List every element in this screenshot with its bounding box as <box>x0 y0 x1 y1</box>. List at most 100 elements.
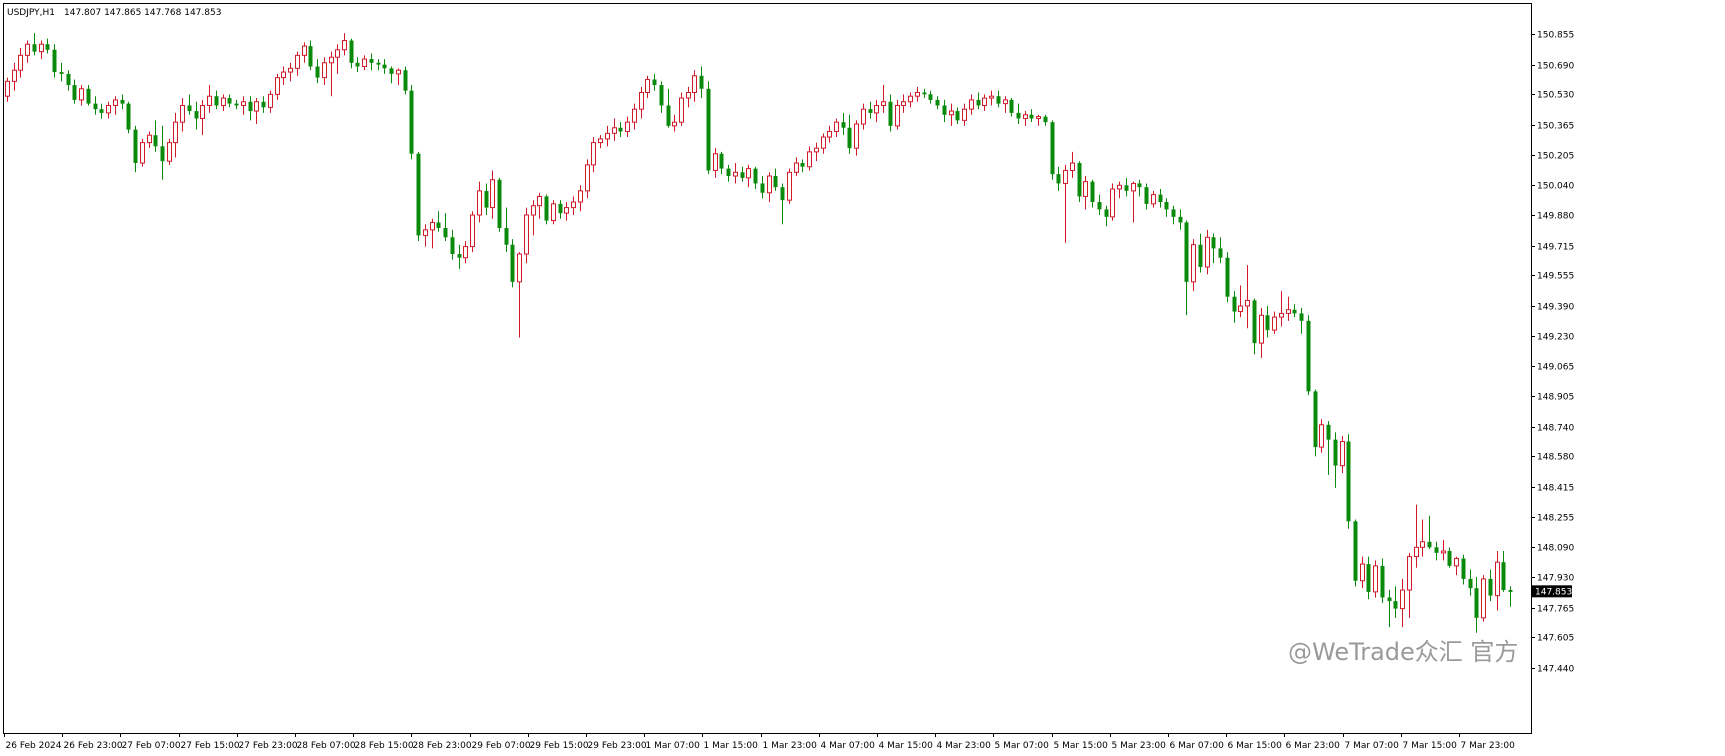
candle <box>1090 179 1095 208</box>
candle <box>632 103 637 130</box>
candle <box>1360 556 1365 589</box>
symbol-label: USDJPY,H1 <box>7 8 55 18</box>
candle <box>955 107 960 125</box>
candle-body-bear <box>955 111 960 121</box>
candlestick-chart[interactable]: 150.855 150.690 150.530 150.365 150.205 150.0… <box>0 0 1725 756</box>
candle <box>1393 586 1398 618</box>
candle <box>908 92 913 108</box>
candle <box>477 181 482 223</box>
candle-body-bull <box>686 91 691 99</box>
candle <box>1117 181 1122 199</box>
candle-body-bull <box>295 54 300 69</box>
chart-window[interactable]: 150.855 150.690 150.530 150.365 150.205 150.0… <box>0 0 1725 756</box>
candle <box>969 94 974 115</box>
candle-body-bull <box>25 43 30 56</box>
candle-body-bear <box>888 101 893 126</box>
candle <box>221 94 226 112</box>
candle <box>497 177 502 232</box>
candle <box>106 101 111 119</box>
candle-body-bull <box>477 190 482 216</box>
price-tick-label: 148.255 <box>1537 514 1574 524</box>
candle-body-bull <box>1191 244 1196 283</box>
candle <box>349 38 354 69</box>
candle-body-bear <box>436 222 441 229</box>
candle-body-bull <box>1340 441 1345 467</box>
candle-body-bull <box>564 207 569 214</box>
candle-body-bear <box>389 68 394 74</box>
candle <box>1441 539 1446 561</box>
candle <box>1218 237 1223 264</box>
candle <box>706 81 711 175</box>
candle <box>1292 304 1297 318</box>
candle <box>807 146 812 171</box>
candle <box>989 90 994 106</box>
candle-body-bull <box>1131 182 1136 192</box>
candle-body-bear <box>315 66 320 78</box>
candle <box>915 86 920 102</box>
candle-body-bear <box>868 109 873 113</box>
candle-body-bull <box>147 134 152 144</box>
candle-body-bear <box>558 203 563 214</box>
candle <box>490 170 495 219</box>
candle-body-bear <box>841 122 846 128</box>
candle-body-bear <box>261 101 266 108</box>
candle <box>1265 305 1270 338</box>
candle-body-bear <box>1447 551 1452 566</box>
candle-body-bear <box>1333 439 1338 466</box>
candle <box>1063 164 1068 243</box>
candle-body-bull <box>79 88 84 101</box>
candles-layer <box>5 33 1513 633</box>
candle <box>699 66 704 99</box>
candle-body-bear <box>308 46 313 67</box>
candle <box>450 229 455 260</box>
time-tick-label: 29 Feb 07:00 <box>472 741 531 751</box>
candle <box>32 33 37 56</box>
candle <box>470 211 475 253</box>
plot-frame <box>3 3 1532 734</box>
candle-body-bear <box>1016 112 1021 119</box>
candle-body-bear <box>66 73 71 86</box>
candle <box>922 88 927 99</box>
price-axis[interactable]: 150.855 150.690 150.530 150.365 150.205 150.0… <box>1531 31 1574 675</box>
candle-body-bear <box>719 153 724 169</box>
candle-body-bull <box>679 97 684 123</box>
time-axis[interactable]: 26 Feb 2024 26 Feb 23:0027 Feb 07:00 27 Fe… <box>4 733 1516 751</box>
price-tick-label: 148.415 <box>1537 484 1574 494</box>
candle <box>308 40 313 71</box>
time-tick-label: 27 Feb 15:00 <box>181 741 240 751</box>
candle <box>1198 233 1203 273</box>
candle <box>234 99 239 110</box>
candle-body-bear <box>928 94 933 100</box>
candle <box>241 96 246 115</box>
candle <box>1326 421 1331 475</box>
candle <box>585 159 590 199</box>
candle-body-bull <box>1110 188 1115 218</box>
candle <box>659 81 664 113</box>
candle-body-bear <box>504 228 509 245</box>
candle-body-bull <box>430 221 435 231</box>
candle-body-bear <box>1468 578 1473 589</box>
candle <box>1056 166 1061 191</box>
candle <box>59 62 64 82</box>
candle <box>322 57 327 86</box>
candle-body-bull <box>794 162 799 173</box>
time-tick-label: 28 Feb 15:00 <box>355 741 414 751</box>
candle <box>928 90 933 104</box>
candle <box>827 125 832 143</box>
candle-body-bull <box>241 101 246 106</box>
time-tick-label: 7 Mar 07:00 <box>1345 741 1400 751</box>
candle <box>551 200 556 225</box>
candle-body-bear <box>1232 296 1237 312</box>
candle <box>1144 183 1149 210</box>
price-tick-label: 149.230 <box>1537 333 1574 343</box>
candle-body-bear <box>214 96 219 106</box>
candle <box>227 94 232 108</box>
candle-body-bear <box>120 99 125 104</box>
candle <box>45 38 50 54</box>
candle-body-bull <box>1279 312 1284 318</box>
candle <box>382 59 387 74</box>
candle-body-bear <box>1292 309 1297 314</box>
candle <box>564 202 569 221</box>
candle-body-bull <box>625 121 630 132</box>
candle-body-bull <box>571 201 576 209</box>
